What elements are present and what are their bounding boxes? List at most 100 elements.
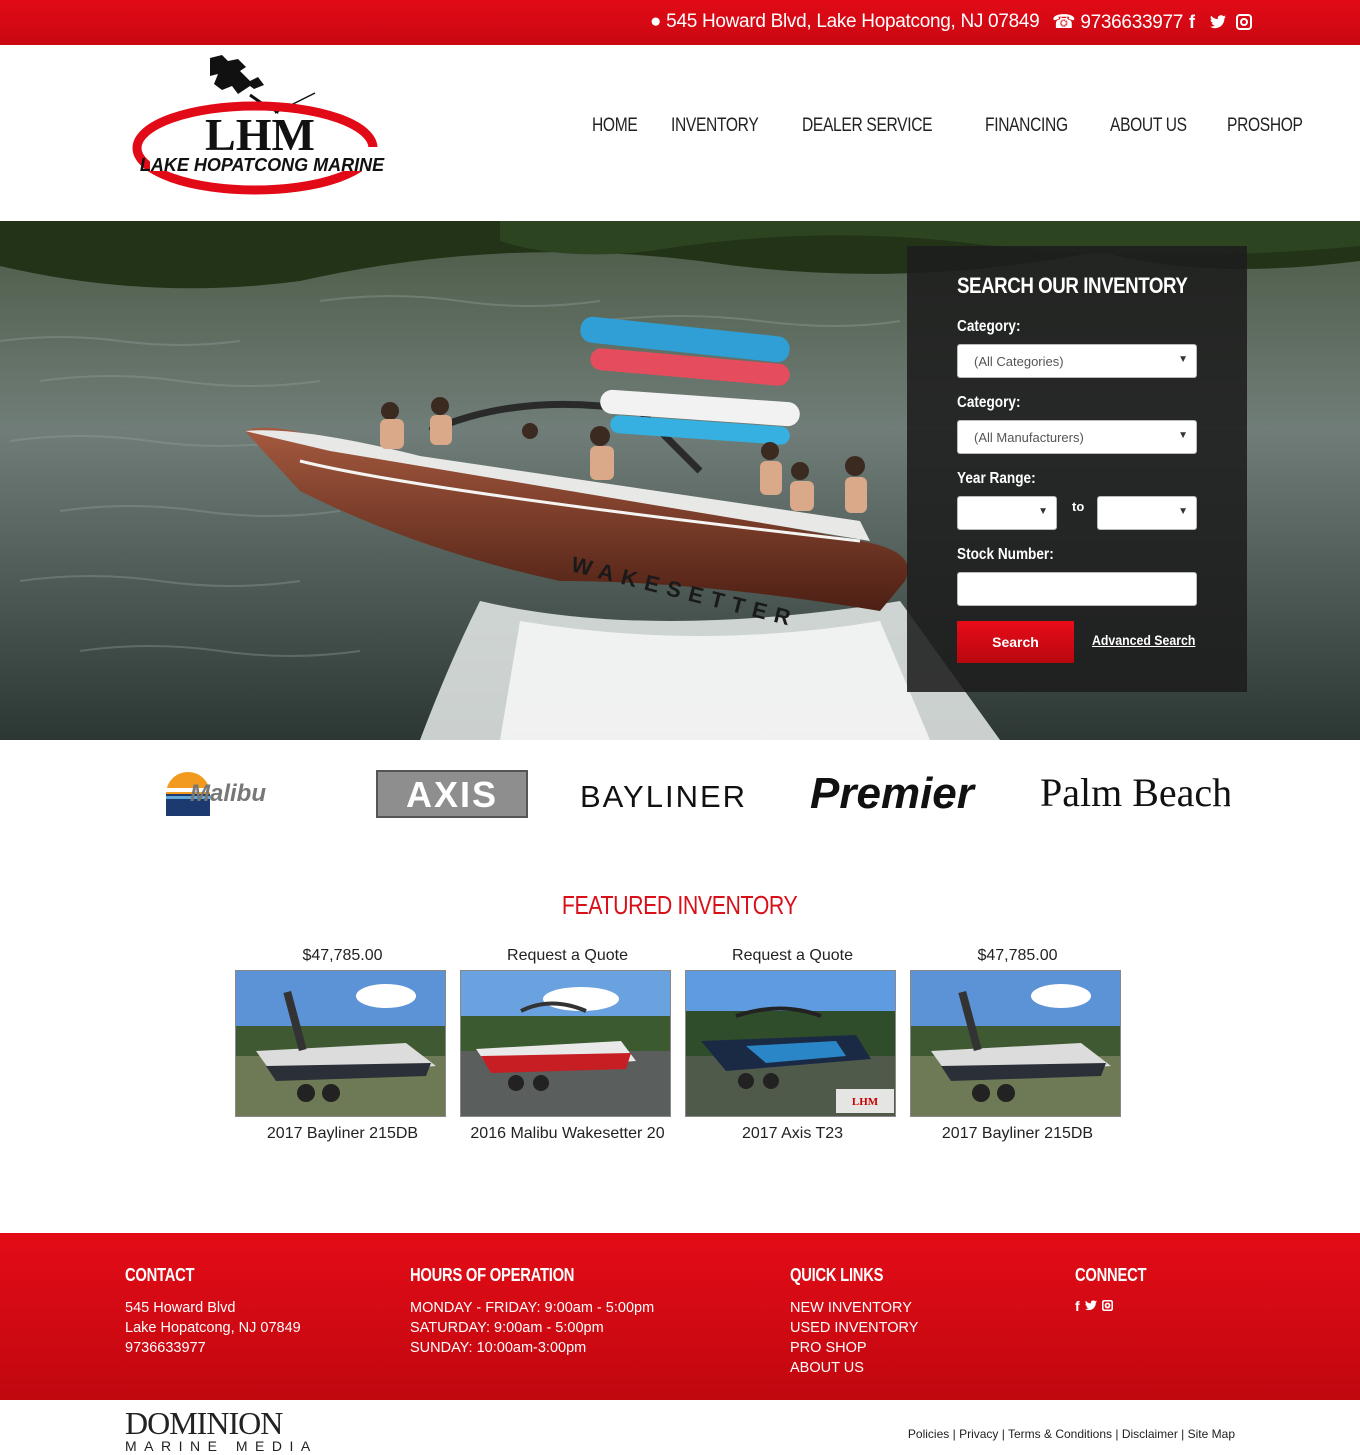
boat-photo[interactable] [460,970,671,1117]
privacy-link[interactable]: Privacy [959,1427,998,1441]
instagram-icon[interactable] [1101,1298,1113,1314]
footer-social-links: f [1075,1298,1162,1314]
svg-text:LHM: LHM [205,109,315,160]
footer-address-line1: 545 Howard Blvd [125,1300,236,1316]
category-label: Category: [957,318,1021,335]
phone-text: 9736633977 [1080,12,1184,33]
hours-sunday: SUNDAY: 10:00am-3:00pm [410,1340,587,1356]
address-line[interactable]: ● 545 Howard Blvd, Lake Hopatcong, NJ 07… [650,11,1040,33]
inventory-card[interactable]: $47,785.00 2017 Bayliner 215DB [235,947,450,1143]
disclaimer-link[interactable]: Disclaimer [1122,1427,1178,1441]
inventory-card[interactable]: Request a Quote LHM 2017 Axis T23 [685,947,900,1143]
svg-text:Malibu: Malibu [190,780,266,807]
dropdown-arrow-icon: ▼ [1038,506,1048,517]
svg-text:AXIS: AXIS [406,774,498,815]
year-to-label: to [1072,499,1085,514]
site-header: LHM LAKE HOPATCONG MARINE HOME INVENTORY… [0,45,1360,221]
premier-logo[interactable]: Premier [808,768,1008,820]
brand-logos: Malibu AXIS BAYLINER Premier Palm Beach [0,740,1360,850]
dropdown-arrow-icon: ▼ [1178,430,1188,441]
map-pin-icon: ● [650,11,662,32]
phone-line[interactable]: ☎ 9736633977 [1052,11,1183,34]
dropdown-arrow-icon: ▼ [1178,354,1188,365]
legal-links: Policies | Privacy | Terms & Conditions … [907,1427,1235,1441]
card-name: 2017 Bayliner 215DB [941,1125,1094,1142]
card-name: 2016 Malibu Wakesetter 20 [470,1125,665,1142]
card-price: Request a Quote [732,947,853,964]
boat-photo[interactable]: LHM [685,970,896,1117]
stock-number-label: Stock Number: [957,546,1054,563]
hero-banner: WAKESETTER SEARCH OUR INVENTORY Category… [0,221,1360,740]
card-name: 2017 Axis T23 [741,1125,844,1142]
site-footer: CONTACT 545 Howard Blvd Lake Hopatcong, … [0,1233,1360,1400]
inventory-search-panel: SEARCH OUR INVENTORY Category: (All Cate… [907,246,1247,692]
card-price: $47,785.00 [302,947,383,964]
boat-photo[interactable] [910,970,1121,1117]
stock-number-input[interactable] [957,572,1197,606]
footer-contact-title: CONTACT [125,1265,195,1285]
twitter-icon[interactable] [1084,1298,1097,1314]
year-from-select[interactable]: ▼ [957,496,1057,530]
nav-about-us[interactable]: ABOUT US [1110,115,1187,137]
footer-link-used-inventory[interactable]: USED INVENTORY [790,1318,918,1338]
footer-connect-title: CONNECT [1075,1265,1147,1285]
social-links: f [1183,12,1253,32]
svg-text:LHM: LHM [852,1096,879,1108]
nav-financing[interactable]: FINANCING [985,115,1068,137]
card-price: $47,785.00 [977,947,1058,964]
instagram-icon[interactable] [1235,12,1253,32]
lhm-logo[interactable]: LHM LAKE HOPATCONG MARINE [110,53,415,198]
palm-beach-logo[interactable]: Palm Beach [1040,768,1230,820]
nav-home[interactable]: HOME [592,115,638,137]
inventory-card[interactable]: $47,785.00 2017 Bayliner 215DB [910,947,1125,1143]
footer-link-pro-shop[interactable]: PRO SHOP [790,1338,918,1358]
card-price: Request a Quote [507,947,628,964]
featured-inventory-title: FEATURED INVENTORY [562,890,798,920]
policies-link[interactable]: Policies [908,1427,949,1441]
inventory-card[interactable]: Request a Quote 2016 Malibu Wakesetter 2… [460,947,675,1143]
advanced-search-link[interactable]: Advanced Search [1092,632,1195,648]
footer-connect: CONNECT f [1075,1265,1162,1314]
top-bar: ● 545 Howard Blvd, Lake Hopatcong, NJ 07… [0,0,1360,45]
svg-text:LAKE HOPATCONG MARINE: LAKE HOPATCONG MARINE [140,155,385,175]
footer-hours: HOURS OF OPERATION MONDAY - FRIDAY: 9:00… [410,1265,654,1358]
site-map-link[interactable]: Site Map [1188,1427,1235,1441]
dropdown-arrow-icon: ▼ [1178,506,1188,517]
twitter-icon[interactable] [1209,12,1227,32]
footer-phone[interactable]: 9736633977 [125,1338,301,1358]
axis-logo[interactable]: AXIS [376,768,528,820]
address-text: 545 Howard Blvd, Lake Hopatcong, NJ 0784… [666,11,1040,32]
bottom-bar: DOMINION MARINE MEDIA Policies | Privacy… [0,1400,1360,1455]
footer-link-about-us[interactable]: ABOUT US [790,1358,918,1378]
malibu-logo[interactable]: Malibu [160,768,290,820]
dominion-marine-media-logo[interactable]: DOMINION MARINE MEDIA [125,1407,318,1454]
card-name: 2017 Bayliner 215DB [266,1125,419,1142]
main-nav: HOME INVENTORY DEALER SERVICE FINANCING … [592,115,1343,137]
footer-quick-links: QUICK LINKS NEW INVENTORY USED INVENTORY… [790,1265,918,1378]
phone-icon: ☎ [1052,12,1076,33]
category-select[interactable]: (All Categories) ▼ [957,344,1197,378]
hours-weekday: MONDAY - FRIDAY: 9:00am - 5:00pm [410,1300,655,1316]
footer-hours-title: HOURS OF OPERATION [410,1265,575,1285]
nav-proshop[interactable]: PROSHOP [1227,115,1303,137]
boat-photo[interactable] [235,970,446,1117]
facebook-icon[interactable]: f [1183,12,1201,32]
search-button[interactable]: Search [957,621,1074,663]
footer-contact: CONTACT 545 Howard Blvd Lake Hopatcong, … [125,1265,301,1358]
manufacturer-select[interactable]: (All Manufacturers) ▼ [957,420,1197,454]
footer-address-line2: Lake Hopatcong, NJ 07849 [125,1320,301,1336]
hours-saturday: SATURDAY: 9:00am - 5:00pm [410,1320,604,1336]
manufacturer-label: Category: [957,394,1021,411]
svg-text:Premier: Premier [810,769,977,818]
footer-link-new-inventory[interactable]: NEW INVENTORY [790,1298,918,1318]
terms-link[interactable]: Terms & Conditions [1008,1427,1112,1441]
search-title: SEARCH OUR INVENTORY [957,273,1188,298]
year-to-select[interactable]: ▼ [1097,496,1197,530]
facebook-icon[interactable]: f [1075,1298,1080,1314]
bayliner-logo[interactable]: BAYLINER [580,768,780,820]
svg-text:BAYLINER: BAYLINER [580,779,747,814]
nav-dealer-service[interactable]: DEALER SERVICE [802,115,933,137]
footer-links-title: QUICK LINKS [790,1265,884,1285]
svg-text:Palm Beach: Palm Beach [1040,770,1230,815]
nav-inventory[interactable]: INVENTORY [671,115,759,137]
